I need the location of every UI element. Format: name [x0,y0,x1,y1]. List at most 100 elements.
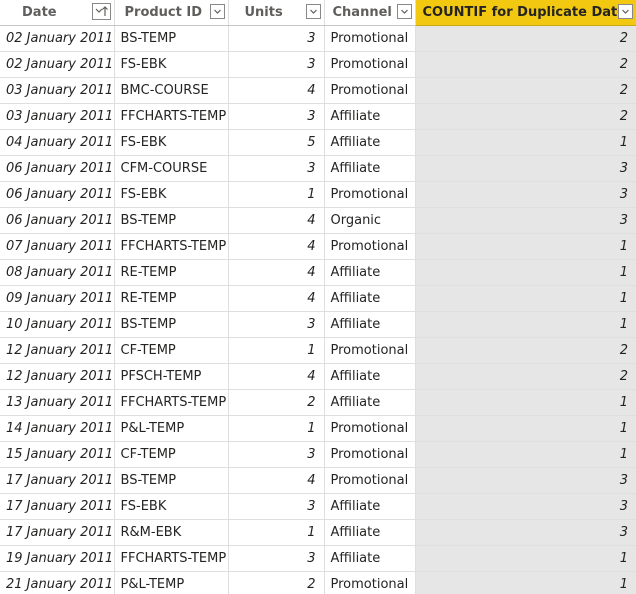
product-id-cell[interactable]: BS-TEMP [114,311,229,338]
table-row[interactable]: 08 January 2011 RE-TEMP 4 Affiliate 1 [0,259,636,286]
dropdown-filter-icon[interactable] [305,4,321,19]
units-cell[interactable]: 3 [228,493,325,520]
table-row[interactable]: 04 January 2011 FS-EBK 5 Affiliate 1 [0,129,636,156]
units-cell[interactable]: 4 [228,363,325,390]
channel-cell[interactable]: Promotional [324,441,416,468]
countif-cell[interactable]: 1 [415,441,636,468]
table-row[interactable]: 14 January 2011 P&L-TEMP 1 Promotional 1 [0,415,636,442]
date-cell[interactable]: 14 January 2011 [0,415,115,442]
date-cell[interactable]: 21 January 2011 [0,571,115,594]
product-id-cell[interactable]: FFCHARTS-TEMP [114,545,229,572]
date-cell[interactable]: 03 January 2011 [0,77,115,104]
date-cell[interactable]: 15 January 2011 [0,441,115,468]
date-cell[interactable]: 03 January 2011 [0,103,115,130]
units-cell[interactable]: 3 [228,155,325,182]
units-cell[interactable]: 1 [228,415,325,442]
table-row[interactable]: 06 January 2011 BS-TEMP 4 Organic 3 [0,207,636,234]
units-cell[interactable]: 4 [228,467,325,494]
column-header-date[interactable]: Date [0,0,115,26]
units-cell[interactable]: 3 [228,103,325,130]
dropdown-filter-icon[interactable] [617,4,633,19]
countif-cell[interactable]: 1 [415,389,636,416]
product-id-cell[interactable]: FFCHARTS-TEMP [114,389,229,416]
channel-cell[interactable]: Affiliate [324,311,416,338]
date-cell[interactable]: 06 January 2011 [0,155,115,182]
countif-cell[interactable]: 3 [415,155,636,182]
units-cell[interactable]: 3 [228,311,325,338]
units-cell[interactable]: 5 [228,129,325,156]
channel-cell[interactable]: Affiliate [324,363,416,390]
product-id-cell[interactable]: BMC-COURSE [114,77,229,104]
table-row[interactable]: 19 January 2011 FFCHARTS-TEMP 3 Affiliate 1 [0,545,636,572]
channel-cell[interactable]: Affiliate [324,389,416,416]
channel-cell[interactable]: Promotional [324,337,416,364]
countif-cell[interactable]: 1 [415,311,636,338]
countif-cell[interactable]: 1 [415,129,636,156]
dropdown-filter-icon[interactable] [209,4,225,19]
date-cell[interactable]: 04 January 2011 [0,129,115,156]
date-cell[interactable]: 08 January 2011 [0,259,115,286]
product-id-cell[interactable]: CFM-COURSE [114,155,229,182]
channel-cell[interactable]: Affiliate [324,103,416,130]
table-row[interactable]: 09 January 2011 RE-TEMP 4 Affiliate 1 [0,285,636,312]
table-row[interactable]: 12 January 2011 PFSCH-TEMP 4 Affiliate 2 [0,363,636,390]
sort-ascending-filter-icon[interactable] [91,3,111,20]
units-cell[interactable]: 1 [228,519,325,546]
countif-cell[interactable]: 2 [415,51,636,78]
countif-cell[interactable]: 3 [415,207,636,234]
units-cell[interactable]: 4 [228,285,325,312]
channel-cell[interactable]: Affiliate [324,545,416,572]
dropdown-filter-icon[interactable] [396,4,412,19]
date-cell[interactable]: 13 January 2011 [0,389,115,416]
table-row[interactable]: 02 January 2011 BS-TEMP 3 Promotional 2 [0,25,636,52]
countif-cell[interactable]: 1 [415,259,636,286]
countif-cell[interactable]: 1 [415,571,636,594]
channel-cell[interactable]: Organic [324,207,416,234]
channel-cell[interactable]: Promotional [324,233,416,260]
countif-cell[interactable]: 1 [415,285,636,312]
table-row[interactable]: 17 January 2011 R&M-EBK 1 Affiliate 3 [0,519,636,546]
product-id-cell[interactable]: FS-EBK [114,51,229,78]
product-id-cell[interactable]: RE-TEMP [114,259,229,286]
column-header-product-id[interactable]: Product ID [114,0,229,26]
table-row[interactable]: 17 January 2011 FS-EBK 3 Affiliate 3 [0,493,636,520]
units-cell[interactable]: 2 [228,389,325,416]
channel-cell[interactable]: Promotional [324,181,416,208]
product-id-cell[interactable]: FFCHARTS-TEMP [114,103,229,130]
channel-cell[interactable]: Promotional [324,415,416,442]
countif-cell[interactable]: 3 [415,519,636,546]
table-row[interactable]: 10 January 2011 BS-TEMP 3 Affiliate 1 [0,311,636,338]
units-cell[interactable]: 3 [228,441,325,468]
date-cell[interactable]: 06 January 2011 [0,207,115,234]
countif-cell[interactable]: 2 [415,103,636,130]
product-id-cell[interactable]: RE-TEMP [114,285,229,312]
date-cell[interactable]: 17 January 2011 [0,519,115,546]
table-row[interactable]: 06 January 2011 FS-EBK 1 Promotional 3 [0,181,636,208]
table-row[interactable]: 17 January 2011 BS-TEMP 4 Promotional 3 [0,467,636,494]
date-cell[interactable]: 07 January 2011 [0,233,115,260]
units-cell[interactable]: 4 [228,259,325,286]
product-id-cell[interactable]: BS-TEMP [114,467,229,494]
product-id-cell[interactable]: FFCHARTS-TEMP [114,233,229,260]
product-id-cell[interactable]: FS-EBK [114,129,229,156]
units-cell[interactable]: 4 [228,207,325,234]
table-row[interactable]: 03 January 2011 BMC-COURSE 4 Promotional 2 [0,77,636,104]
table-row[interactable]: 02 January 2011 FS-EBK 3 Promotional 2 [0,51,636,78]
countif-cell[interactable]: 2 [415,363,636,390]
column-header-countif[interactable]: COUNTIF for Duplicate Dates [415,0,636,26]
product-id-cell[interactable]: P&L-TEMP [114,571,229,594]
units-cell[interactable]: 3 [228,25,325,52]
product-id-cell[interactable]: R&M-EBK [114,519,229,546]
date-cell[interactable]: 12 January 2011 [0,363,115,390]
date-cell[interactable]: 06 January 2011 [0,181,115,208]
channel-cell[interactable]: Promotional [324,77,416,104]
product-id-cell[interactable]: BS-TEMP [114,207,229,234]
countif-cell[interactable]: 2 [415,25,636,52]
product-id-cell[interactable]: CF-TEMP [114,441,229,468]
table-row[interactable]: 13 January 2011 FFCHARTS-TEMP 2 Affiliate 1 [0,389,636,416]
product-id-cell[interactable]: P&L-TEMP [114,415,229,442]
column-header-units[interactable]: Units [228,0,325,26]
date-cell[interactable]: 09 January 2011 [0,285,115,312]
date-cell[interactable]: 10 January 2011 [0,311,115,338]
table-row[interactable]: 07 January 2011 FFCHARTS-TEMP 4 Promotional… [0,233,636,260]
